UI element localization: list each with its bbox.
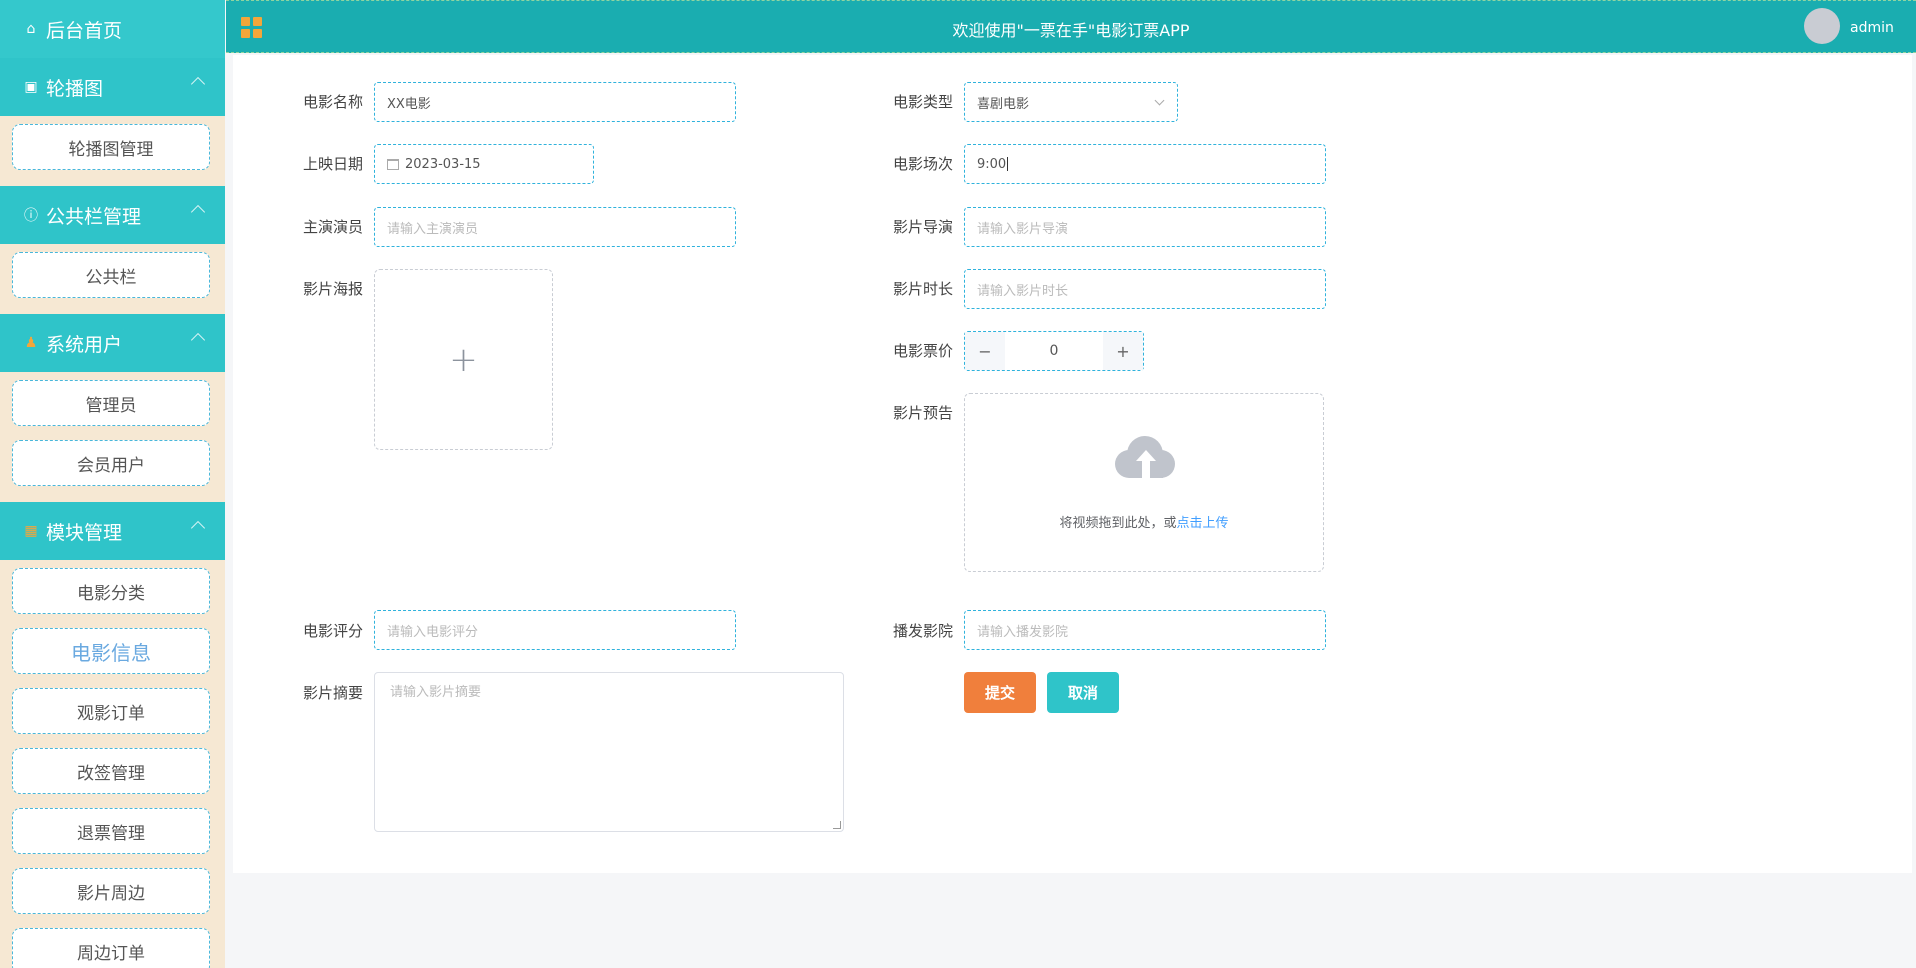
summary-placeholder: 请输入影片摘要 (390, 685, 482, 700)
label-poster: 影片海报 (302, 280, 363, 298)
actors-input[interactable]: 请输入主演演员 (374, 207, 736, 247)
nav-group-system-users[interactable]: ♟ 系统用户 (0, 314, 225, 372)
label-director: 影片导演 (892, 218, 953, 236)
plus-icon: + (449, 339, 478, 380)
home-icon: ⌂ (26, 21, 36, 37)
sidebar-item-orders[interactable]: 观影订单 (12, 688, 210, 734)
label-type: 电影类型 (892, 93, 953, 111)
chevron-up-icon (190, 204, 206, 220)
label-duration: 影片时长 (892, 280, 953, 298)
label-trailer: 影片预告 (892, 404, 953, 422)
poster-upload[interactable]: + (374, 269, 553, 450)
image-icon: ▣ (24, 79, 38, 95)
sidebar-item-merch-orders[interactable]: 周边订单 (12, 928, 210, 968)
nav-group-notice[interactable]: ⓘ 公共栏管理 (0, 186, 225, 244)
sidebar-item-carousel-manage[interactable]: 轮播图管理 (12, 124, 210, 170)
sidebar-item-movie-info[interactable]: 电影信息 (12, 628, 210, 674)
calendar-icon (387, 158, 399, 170)
session-input[interactable]: 9:00 (964, 144, 1326, 184)
sidebar-item-refund[interactable]: 退票管理 (12, 808, 210, 854)
sidebar-item-movie-category[interactable]: 电影分类 (12, 568, 210, 614)
grid-icon: ▦ (24, 523, 38, 539)
session-value: 9:00 (977, 156, 1007, 172)
sidebar-item-members[interactable]: 会员用户 (12, 440, 210, 486)
duration-input[interactable]: 请输入影片时长 (964, 269, 1326, 309)
movie-type-select[interactable]: 喜剧电影 (964, 82, 1178, 122)
release-date-value: 2023-03-15 (405, 156, 481, 172)
sidebar-item-admin[interactable]: 管理员 (12, 380, 210, 426)
label-actors: 主演演员 (302, 218, 363, 236)
trailer-upload[interactable]: 将视频拖到此处，或点击上传 (964, 393, 1324, 572)
username[interactable]: admin (1850, 20, 1894, 36)
cancel-button[interactable]: 取消 (1047, 672, 1119, 713)
chevron-up-icon (190, 76, 206, 92)
nav-group-modules[interactable]: ▦ 模块管理 (0, 502, 225, 560)
summary-textarea[interactable]: 请输入影片摘要 (374, 672, 844, 832)
nav-home-label: 后台首页 (46, 19, 123, 42)
sidebar-item-reschedule[interactable]: 改签管理 (12, 748, 210, 794)
top-bar: 欢迎使用"一票在手"电影订票APP admin (226, 0, 1916, 53)
director-input[interactable]: 请输入影片导演 (964, 207, 1326, 247)
chevron-up-icon (190, 332, 206, 348)
rating-input[interactable]: 请输入电影评分 (374, 610, 736, 650)
label-date: 上映日期 (302, 155, 363, 173)
label-rating: 电影评分 (302, 622, 363, 640)
label-price: 电影票价 (892, 342, 953, 360)
user-icon: ♟ (24, 335, 38, 351)
sidebar: ⌂ 后台首页 ▣ 轮播图 轮播图管理 ⓘ 公共栏管理 公共栏 ♟ 系统用户 管理… (0, 0, 225, 968)
nav-group-label: 轮播图 (46, 77, 104, 100)
price-stepper[interactable]: − 0 + (964, 331, 1144, 371)
upload-hint-text: 将视频拖到此处，或 (1059, 516, 1177, 531)
decrease-button[interactable]: − (965, 332, 1005, 370)
movie-name-input[interactable]: XX电影 (374, 82, 736, 122)
label-summary: 影片摘要 (302, 684, 363, 702)
upload-hint: 将视频拖到此处，或点击上传 (965, 512, 1323, 531)
label-name: 电影名称 (302, 93, 363, 111)
info-icon: ⓘ (24, 208, 38, 224)
sidebar-item-notice[interactable]: 公共栏 (12, 252, 210, 298)
nav-group-label: 系统用户 (46, 333, 123, 356)
form-panel: 电影名称 XX电影 电影类型 喜剧电影 上映日期 2023-03-15 电影场次… (233, 55, 1912, 873)
sidebar-item-merch[interactable]: 影片周边 (12, 868, 210, 914)
nav-group-label: 公共栏管理 (46, 205, 142, 228)
label-session: 电影场次 (892, 155, 953, 173)
cinema-input[interactable]: 请输入播发影院 (964, 610, 1326, 650)
chevron-up-icon (190, 520, 206, 536)
click-upload-link[interactable]: 点击上传 (1177, 516, 1229, 531)
app-title: 欢迎使用"一票在手"电影订票APP (952, 21, 1190, 40)
nav-group-carousel[interactable]: ▣ 轮播图 (0, 58, 225, 116)
movie-type-value: 喜剧电影 (977, 96, 1030, 112)
chevron-down-icon (1154, 95, 1165, 106)
label-cinema: 播发影院 (892, 622, 953, 640)
nav-home[interactable]: ⌂ 后台首页 (0, 0, 225, 58)
increase-button[interactable]: + (1103, 332, 1143, 370)
avatar[interactable] (1804, 8, 1840, 44)
release-date-picker[interactable]: 2023-03-15 (374, 144, 594, 184)
cloud-upload-icon (1115, 436, 1177, 482)
price-value[interactable]: 0 (1005, 332, 1103, 370)
resize-handle-icon[interactable] (833, 821, 841, 829)
nav-group-label: 模块管理 (46, 521, 123, 544)
submit-button[interactable]: 提交 (964, 672, 1036, 713)
text-cursor (1007, 157, 1009, 171)
